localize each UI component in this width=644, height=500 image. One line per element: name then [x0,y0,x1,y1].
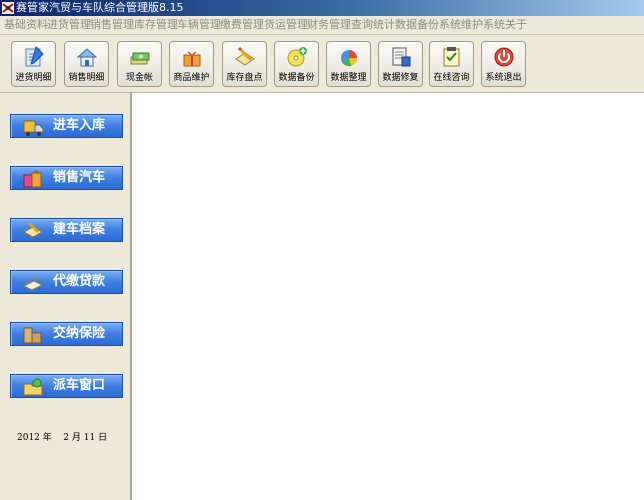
menu-item-freight[interactable]: 货运管理 [264,18,308,32]
online-consult-button[interactable]: 在线咨询 [429,41,474,87]
insurance-boxes-icon [23,327,42,344]
data-organize-label: 数据整理 [330,73,367,83]
app-icon [2,2,14,14]
database-wrench-icon [392,47,411,67]
main-content-area[interactable] [130,93,644,500]
pay-insurance-button[interactable]: 交纳保险 [10,322,123,346]
pen-document-icon [25,46,44,67]
current-date: 2012 年 2 月 11 日 [17,430,107,443]
sales-detail-label: 销售明细 [68,73,105,83]
notepad-check-icon [443,47,460,67]
menu-item-query[interactable]: 查询统计 [351,18,395,32]
menu-item-backup[interactable]: 数据备份 [395,18,439,32]
disk-add-icon [287,47,307,67]
product-maintenance-label: 商品维护 [173,73,210,83]
money-bills-icon [22,277,44,291]
dispatch-window-button[interactable]: 派车窗口 [10,374,123,398]
purchase-detail-button[interactable]: 进货明细 [11,41,56,87]
menu-item-about[interactable]: 系统关于 [483,18,527,32]
power-icon [494,47,514,67]
date-day-unit: 日 [98,433,108,443]
stock-check-button[interactable]: 库存盘点 [222,41,267,87]
menu-item-finance[interactable]: 财务管理 [307,18,351,32]
product-maintenance-button[interactable]: 商品维护 [169,41,214,87]
data-organize-button[interactable]: 数据整理 [326,41,371,87]
data-backup-button[interactable]: 数据备份 [274,41,319,87]
menu-bar: 基础资料 进货管理 销售管理 库存管理 车辆管理 缴费管理 货运管理 财务管理 … [0,16,644,35]
left-panel: 进车入库 销售汽车 建车档案 代缴贷款 交纳保险 派车窗口 2012 年 2 月… [0,93,130,500]
menu-item-basic-data[interactable]: 基础资料 [4,18,48,32]
vehicle-stock-in-button[interactable]: 进车入库 [10,114,123,138]
house-box-icon [76,48,98,67]
cash-stack-icon [130,52,150,65]
toolbar: 进货明细 销售明细 现金帐 商品维护 库存盘点 数据备份 数据整理 数据修复 在… [0,35,644,93]
data-repair-label: 数据修复 [382,73,419,83]
truck-load-icon [23,120,44,136]
sales-detail-button[interactable]: 销售明细 [64,41,109,87]
window-title: 赛管家汽贸与车队综合管理版8.15 [16,1,184,14]
date-month-unit: 月 [71,433,81,443]
cash-ledger-button[interactable]: 现金帐 [117,41,162,87]
menu-item-vehicles[interactable]: 车辆管理 [177,18,221,32]
menu-item-purchase[interactable]: 进货管理 [47,18,91,32]
loan-payment-label: 代缴贷款 [53,274,106,289]
system-exit-button[interactable]: 系统退出 [481,41,526,87]
menu-item-sales[interactable]: 销售管理 [90,18,134,32]
system-exit-label: 系统退出 [485,73,522,83]
online-consult-label: 在线咨询 [433,73,470,83]
dispatch-window-label: 派车窗口 [53,378,106,393]
notebook-pencil-icon [22,221,44,238]
loan-payment-button[interactable]: 代缴贷款 [10,270,123,294]
menu-item-system[interactable]: 系统维护 [439,18,483,32]
gift-box-icon [183,51,201,67]
cash-ledger-label: 现金帐 [125,73,153,83]
shopping-bags-icon [23,170,42,188]
data-backup-label: 数据备份 [278,73,315,83]
checklist-pencil-icon [235,46,255,66]
date-year-unit: 年 [42,433,52,443]
date-day: 11 [83,433,96,443]
vehicle-records-button[interactable]: 建车档案 [10,218,123,242]
dispatch-folder-icon [23,378,43,396]
sell-car-label: 销售汽车 [53,170,106,185]
sell-car-button[interactable]: 销售汽车 [10,166,123,190]
menu-item-inventory[interactable]: 库存管理 [134,18,178,32]
vehicle-records-label: 建车档案 [53,222,106,237]
title-bar: 赛管家汽贸与车队综合管理版8.15 [0,0,644,16]
purchase-detail-label: 进货明细 [15,73,52,83]
stock-check-label: 库存盘点 [226,73,263,83]
date-year: 2012 [17,433,40,443]
vehicle-stock-in-label: 进车入库 [53,118,106,133]
date-month: 2 [63,433,69,443]
pay-insurance-label: 交纳保险 [53,326,106,341]
data-repair-button[interactable]: 数据修复 [378,41,423,87]
pie-chart-icon [341,50,357,66]
menu-item-fees[interactable]: 缴费管理 [220,18,264,32]
